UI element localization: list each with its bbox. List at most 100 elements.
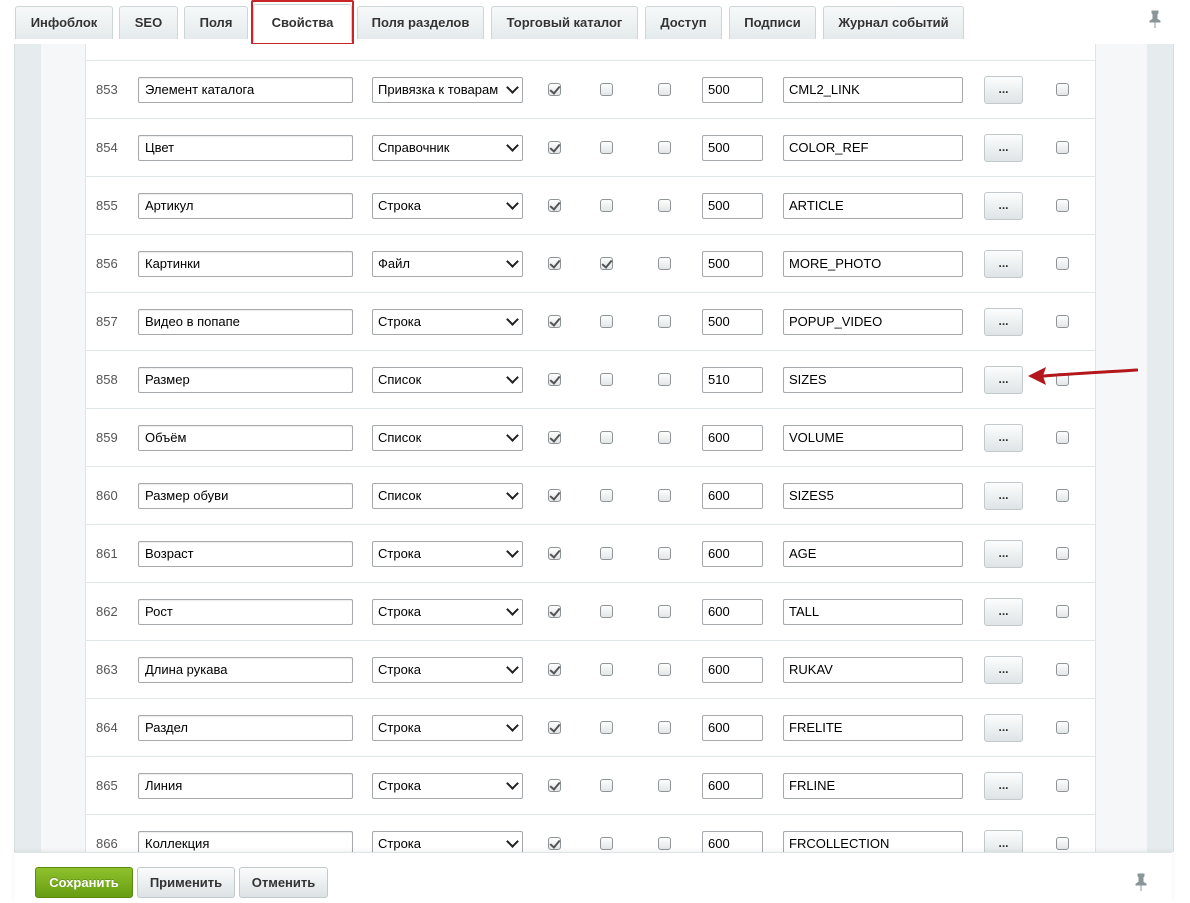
code-input[interactable]: ARTICLE — [783, 193, 963, 219]
tab-access[interactable]: Доступ — [645, 6, 722, 39]
active-checkbox[interactable] — [548, 83, 561, 96]
code-input[interactable]: COLOR_REF — [783, 135, 963, 161]
delete-checkbox[interactable] — [1056, 199, 1069, 212]
required-checkbox[interactable] — [658, 663, 671, 676]
code-input[interactable]: TALL — [783, 599, 963, 625]
delete-checkbox[interactable] — [1056, 837, 1069, 850]
required-checkbox[interactable] — [658, 547, 671, 560]
code-input[interactable]: RUKAV — [783, 657, 963, 683]
sort-input[interactable]: 600 — [702, 715, 763, 741]
pin-icon[interactable] — [1133, 873, 1149, 893]
delete-checkbox[interactable] — [1056, 141, 1069, 154]
active-checkbox[interactable] — [548, 547, 561, 560]
tab-fields[interactable]: Поля — [184, 6, 248, 39]
more-settings-button[interactable]: ... — [984, 540, 1023, 568]
multiple-checkbox[interactable] — [600, 83, 613, 96]
property-type-select[interactable]: Список — [372, 425, 523, 451]
tab-section-fields[interactable]: Поля разделов — [357, 6, 484, 39]
property-name-input[interactable]: Размер обуви — [138, 483, 353, 509]
sort-input[interactable]: 600 — [702, 425, 763, 451]
required-checkbox[interactable] — [658, 199, 671, 212]
multiple-checkbox[interactable] — [600, 373, 613, 386]
save-button[interactable]: Сохранить — [35, 867, 133, 898]
property-name-input[interactable]: Длина рукава — [138, 657, 353, 683]
cancel-button[interactable]: Отменить — [239, 867, 328, 898]
tab-infoblock[interactable]: Инфоблок — [15, 6, 113, 39]
delete-checkbox[interactable] — [1056, 489, 1069, 502]
code-input[interactable]: SIZES — [783, 367, 963, 393]
property-type-select[interactable]: Строка — [372, 657, 523, 683]
property-name-input[interactable]: Возраст — [138, 541, 353, 567]
required-checkbox[interactable] — [658, 779, 671, 792]
property-name-input[interactable]: Коллекция — [138, 831, 353, 852]
active-checkbox[interactable] — [548, 373, 561, 386]
multiple-checkbox[interactable] — [600, 605, 613, 618]
required-checkbox[interactable] — [658, 605, 671, 618]
delete-checkbox[interactable] — [1056, 431, 1069, 444]
property-name-input[interactable]: Рост — [138, 599, 353, 625]
more-settings-button[interactable]: ... — [984, 714, 1023, 742]
sort-input[interactable]: 600 — [702, 483, 763, 509]
property-type-select[interactable]: Строка — [372, 773, 523, 799]
active-checkbox[interactable] — [548, 489, 561, 502]
more-settings-button[interactable]: ... — [984, 772, 1023, 800]
property-type-select[interactable]: Список — [372, 367, 523, 393]
more-settings-button[interactable]: ... — [984, 424, 1023, 452]
multiple-checkbox[interactable] — [600, 199, 613, 212]
property-name-input[interactable]: Элемент каталога — [138, 77, 353, 103]
code-input[interactable]: MORE_PHOTO — [783, 251, 963, 277]
more-settings-button[interactable]: ... — [984, 134, 1023, 162]
more-settings-button[interactable]: ... — [984, 598, 1023, 626]
apply-button[interactable]: Применить — [137, 867, 235, 898]
required-checkbox[interactable] — [658, 83, 671, 96]
property-name-input[interactable]: Картинки — [138, 251, 353, 277]
active-checkbox[interactable] — [548, 779, 561, 792]
property-name-input[interactable]: Размер — [138, 367, 353, 393]
multiple-checkbox[interactable] — [600, 431, 613, 444]
property-type-select[interactable]: Строка — [372, 541, 523, 567]
code-input[interactable]: FRELITE — [783, 715, 963, 741]
more-settings-button[interactable]: ... — [984, 830, 1023, 852]
delete-checkbox[interactable] — [1056, 257, 1069, 270]
property-type-select[interactable]: Файл — [372, 251, 523, 277]
active-checkbox[interactable] — [548, 199, 561, 212]
property-type-select[interactable]: Строка — [372, 715, 523, 741]
sort-input[interactable]: 600 — [702, 657, 763, 683]
more-settings-button[interactable]: ... — [984, 250, 1023, 278]
required-checkbox[interactable] — [658, 373, 671, 386]
property-name-input[interactable]: Раздел — [138, 715, 353, 741]
delete-checkbox[interactable] — [1056, 663, 1069, 676]
property-type-select[interactable]: Привязка к товарам — [372, 77, 523, 103]
property-name-input[interactable]: Линия — [138, 773, 353, 799]
delete-checkbox[interactable] — [1056, 83, 1069, 96]
active-checkbox[interactable] — [548, 605, 561, 618]
multiple-checkbox[interactable] — [600, 315, 613, 328]
multiple-checkbox[interactable] — [600, 837, 613, 850]
property-name-input[interactable]: Артикул — [138, 193, 353, 219]
required-checkbox[interactable] — [658, 257, 671, 270]
property-type-select[interactable]: Список — [372, 483, 523, 509]
pin-icon[interactable] — [1147, 10, 1163, 30]
required-checkbox[interactable] — [658, 315, 671, 328]
more-settings-button[interactable]: ... — [984, 656, 1023, 684]
property-name-input[interactable]: Объём — [138, 425, 353, 451]
sort-input[interactable]: 500 — [702, 251, 763, 277]
tab-properties[interactable]: Свойства — [253, 4, 352, 42]
sort-input[interactable]: 500 — [702, 193, 763, 219]
code-input[interactable]: VOLUME — [783, 425, 963, 451]
sort-input[interactable]: 600 — [702, 541, 763, 567]
tab-captions[interactable]: Подписи — [729, 6, 816, 39]
sort-input[interactable]: 600 — [702, 599, 763, 625]
property-type-select[interactable]: Справочник — [372, 135, 523, 161]
active-checkbox[interactable] — [548, 315, 561, 328]
active-checkbox[interactable] — [548, 663, 561, 676]
sort-input[interactable]: 500 — [702, 77, 763, 103]
more-settings-button[interactable]: ... — [984, 482, 1023, 510]
required-checkbox[interactable] — [658, 721, 671, 734]
sort-input[interactable]: 600 — [702, 831, 763, 852]
tab-seo[interactable]: SEO — [119, 6, 178, 39]
required-checkbox[interactable] — [658, 837, 671, 850]
multiple-checkbox[interactable] — [600, 663, 613, 676]
sort-input[interactable]: 510 — [702, 367, 763, 393]
property-type-select[interactable]: Строка — [372, 193, 523, 219]
